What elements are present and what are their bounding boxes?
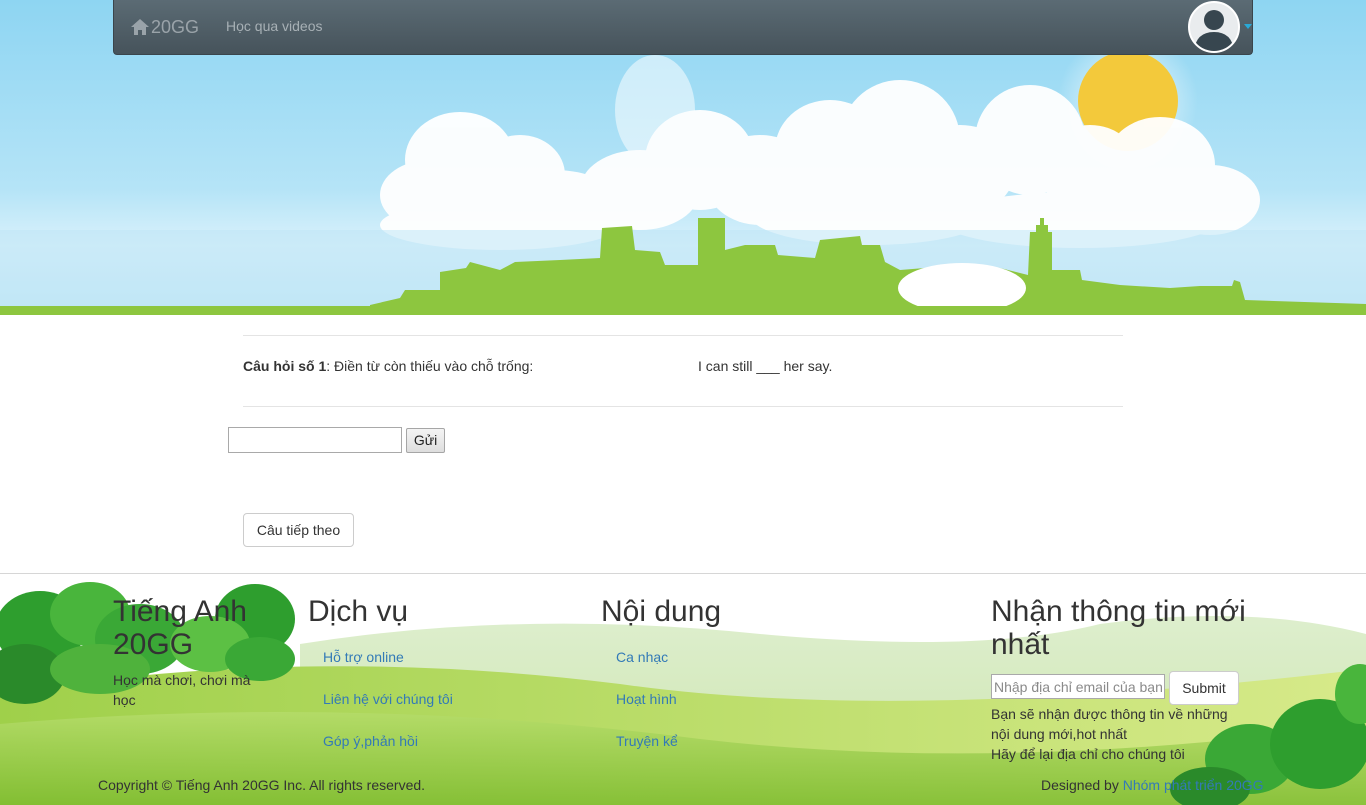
designed-by-prefix: Designed by bbox=[1041, 777, 1123, 793]
caret-down-icon[interactable] bbox=[1244, 24, 1252, 29]
footer-link-contact[interactable]: Liên hệ với chúng tôi bbox=[323, 691, 453, 707]
footer-content-title: Nội dung bbox=[601, 595, 722, 628]
newsletter-email-input[interactable] bbox=[991, 674, 1165, 699]
footer-link-online-support[interactable]: Hỗ trợ online bbox=[323, 649, 404, 665]
top-navbar: 20GG Học qua videos bbox=[113, 0, 1253, 55]
footer-newsletter-title: Nhận thông tin mới nhất bbox=[991, 595, 1246, 661]
send-button[interactable]: Gửi bbox=[406, 428, 445, 453]
question-sentence: I can still ___ her say. bbox=[698, 358, 833, 374]
footer-link-feedback[interactable]: Góp ý,phản hồi bbox=[323, 733, 418, 749]
nav-link-videos[interactable]: Học qua videos bbox=[226, 18, 323, 34]
footer-link-cartoon[interactable]: Hoạt hình bbox=[616, 691, 677, 707]
stadium-dome bbox=[898, 263, 1026, 313]
footer: Tiếng Anh 20GG Học mà chơi, chơi mà học … bbox=[0, 573, 1366, 805]
footer-services-title: Dịch vụ bbox=[308, 595, 409, 628]
question-label: Câu hỏi số 1: Điền từ còn thiếu vào chỗ … bbox=[243, 358, 533, 374]
grass-strip bbox=[0, 306, 1366, 315]
answer-input[interactable] bbox=[228, 427, 402, 453]
home-icon bbox=[131, 19, 149, 35]
user-silhouette-icon bbox=[1194, 10, 1234, 51]
newsletter-note-2: Hãy để lại địa chỉ cho chúng tôi bbox=[991, 746, 1185, 762]
footer-about-title: Tiếng Anh 20GG bbox=[113, 595, 247, 661]
question-top-divider bbox=[243, 335, 1123, 336]
footer-link-music[interactable]: Ca nhạc bbox=[616, 649, 668, 665]
question-instruction: : Điền từ còn thiếu vào chỗ trống: bbox=[326, 358, 534, 374]
user-avatar-icon[interactable] bbox=[1188, 1, 1240, 53]
question-number: Câu hỏi số 1 bbox=[243, 358, 327, 374]
brand-home-link[interactable]: 20GG bbox=[130, 14, 199, 40]
copyright-text: Copyright © Tiếng Anh 20GG Inc. All righ… bbox=[98, 777, 426, 793]
brand-name: 20GG bbox=[151, 16, 200, 37]
footer-about-tagline: Học mà chơi, chơi mà học bbox=[113, 672, 251, 708]
next-question-button[interactable]: Câu tiếp theo bbox=[243, 513, 354, 547]
newsletter-note: Bạn sẽ nhận được thông tin về những nội … bbox=[991, 706, 1228, 742]
footer-link-stories[interactable]: Truyện kể bbox=[616, 733, 678, 749]
designed-by: Designed by Nhóm phát triển 20GG bbox=[1041, 777, 1264, 793]
newsletter-submit-button[interactable]: Submit bbox=[1169, 671, 1239, 705]
question-bottom-divider bbox=[243, 406, 1123, 407]
designed-by-link[interactable]: Nhóm phát triển 20GG bbox=[1123, 777, 1264, 793]
